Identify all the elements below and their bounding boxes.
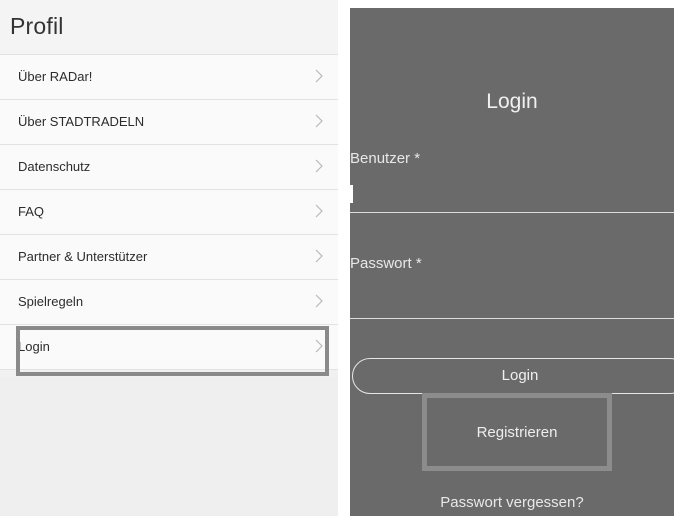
menu-item-login[interactable]: Login — [0, 325, 338, 370]
password-label: Passwort * — [350, 255, 422, 272]
chevron-right-icon — [315, 204, 323, 218]
login-panel: Login Benutzer * Passwort * Login Regist… — [350, 8, 674, 516]
menu-item-spielregeln[interactable]: Spielregeln — [0, 280, 338, 325]
profil-empty-area — [0, 378, 338, 516]
login-button[interactable]: Login — [352, 358, 674, 394]
menu-item-datenschutz[interactable]: Datenschutz — [0, 145, 338, 190]
menu-item-label: Login — [18, 339, 50, 354]
menu-item-label: Über RADar! — [18, 69, 93, 84]
forgot-password-link[interactable]: Passwort vergessen? — [350, 494, 674, 511]
username-input[interactable] — [350, 185, 674, 213]
profil-panel: Profil Über RADar! Über STADTRADELN Date… — [0, 0, 338, 516]
chevron-right-icon — [315, 294, 323, 308]
menu-item-label: Spielregeln — [18, 294, 84, 309]
page-title: Profil — [10, 13, 64, 39]
chevron-right-icon — [315, 159, 323, 173]
register-link[interactable]: Registrieren — [422, 393, 612, 471]
menu-item-label: Datenschutz — [18, 159, 91, 174]
menu-item-ueber-stadtradeln[interactable]: Über STADTRADELN — [0, 100, 338, 145]
menu-item-partner[interactable]: Partner & Unterstützer — [0, 235, 338, 280]
password-input[interactable] — [350, 291, 674, 319]
login-title: Login — [486, 90, 538, 113]
menu-item-label: Über STADTRADELN — [18, 114, 145, 129]
chevron-right-icon — [315, 114, 323, 128]
panel-divider — [338, 0, 350, 516]
menu-item-label: FAQ — [18, 204, 45, 219]
menu-item-label: Partner & Unterstützer — [18, 249, 148, 264]
chevron-right-icon — [315, 69, 323, 83]
chevron-right-icon — [315, 249, 323, 263]
profil-menu: Über RADar! Über STADTRADELN Datenschutz… — [0, 55, 338, 370]
screen: Profil Über RADar! Über STADTRADELN Date… — [0, 0, 674, 516]
profil-header: Profil — [0, 0, 338, 55]
menu-item-ueber-radar[interactable]: Über RADar! — [0, 55, 338, 100]
menu-item-faq[interactable]: FAQ — [0, 190, 338, 235]
chevron-right-icon — [315, 339, 323, 353]
username-label: Benutzer * — [350, 150, 421, 167]
